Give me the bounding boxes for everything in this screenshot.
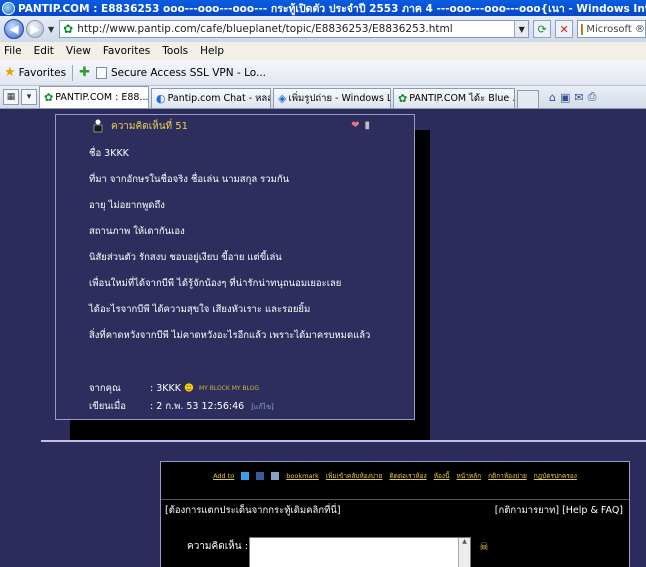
author-name[interactable]: : 3KKK <box>150 383 181 394</box>
tab-label: PANTIP.COM : E88... <box>55 92 149 103</box>
add-to-link[interactable]: Add to <box>213 472 234 480</box>
reply-line: สถานภาพ ให้เดากันเอง <box>89 226 185 237</box>
address-bar: ◀ ▶ ▼ ✿ http://www.pantip.com/cafe/bluep… <box>0 16 646 42</box>
smiley-icon: ☻ <box>184 383 194 394</box>
menu-favorites[interactable]: Favorites <box>103 45 150 57</box>
stop-icon[interactable]: ✕ <box>555 20 574 38</box>
reply-line: นิสัยส่วนตัว รักสงบ ชอบอยู่เงียบ ขี้อาย … <box>89 252 282 263</box>
tab-pantip-topic[interactable]: ✿ PANTIP.COM : E88... × <box>39 86 149 108</box>
reply-box: ความคิดเห็นที่ 51 ❤ ▮ ชื่อ 3KKK ที่มา จา… <box>55 114 415 420</box>
search-provider-icon <box>581 23 584 35</box>
reply-body: ชื่อ 3KKK ที่มา จากอักษรในชื่อจริง ชื่อเ… <box>56 137 414 369</box>
twitter-icon[interactable] <box>241 472 250 480</box>
feeds-icon[interactable]: ▣ <box>560 91 570 104</box>
window-titlebar: PANTIP.COM : E8836253 ooo---ooo---ooo---… <box>0 0 646 16</box>
reply-number: ความคิดเห็นที่ 51 <box>111 120 189 132</box>
window-title: PANTIP.COM : E8836253 ooo---ooo---ooo---… <box>18 2 646 15</box>
join-club-link[interactable]: เพิ่มเข้าคลับห้องบ่าย <box>326 471 383 481</box>
history-dropdown-icon[interactable]: ▼ <box>48 25 54 34</box>
site-favicon-icon: ✿ <box>63 22 74 36</box>
etiquette-link[interactable]: [กติกามารยาท] <box>495 505 559 516</box>
rules-room-link[interactable]: กติกาห้องบ่าย <box>488 471 527 481</box>
textarea-scrollbar[interactable]: ▲ <box>458 538 470 567</box>
date-label: เขียนเมื่อ <box>89 401 127 412</box>
tab-pantip-blue[interactable]: ✿ PANTIP.COM ได้ะ Blue ... <box>393 88 515 108</box>
menu-file[interactable]: File <box>4 45 22 57</box>
tab-label: PANTIP.COM ได้ะ Blue ... <box>409 93 515 104</box>
divider <box>41 440 646 442</box>
menu-edit[interactable]: Edit <box>34 45 54 57</box>
tab-label: เพิ่มรูปถ่าย - Windows Live <box>288 93 390 104</box>
menu-help[interactable]: Help <box>200 45 224 57</box>
forward-icon[interactable]: ▶ <box>26 20 44 38</box>
menu-view[interactable]: View <box>66 45 91 57</box>
refresh-icon[interactable]: ⟳ <box>533 20 552 38</box>
vote-heart-icon[interactable]: ❤ <box>351 120 359 131</box>
pantip-tab-icon: ✿ <box>398 92 408 105</box>
form-toolbar: [ต้องการแตกประเด็นจากกระทู้เดิมคลิกที่นี… <box>161 499 629 521</box>
new-tab-button[interactable] <box>517 90 539 108</box>
user-icon <box>93 119 103 133</box>
date-value: : 2 ก.พ. 53 12:56:46 <box>150 401 245 412</box>
add-favorite-icon[interactable]: ✚ <box>79 65 90 80</box>
mail-icon[interactable]: ✉ <box>574 91 583 104</box>
delete-icon[interactable]: ▮ <box>364 120 370 131</box>
reply-form-panel: Add to bookmark เพิ่มเข้าคลับห้องบ่าย ติ… <box>160 461 630 567</box>
home-icon[interactable]: ⌂ <box>549 91 556 104</box>
pantip-tab-icon: ✿ <box>44 91 54 104</box>
topic-links: Add to bookmark เพิ่มเข้าคลับห้องบ่าย ติ… <box>161 462 629 490</box>
help-faq-link[interactable]: [Help & FAQ] <box>562 505 623 516</box>
print-icon[interactable]: ⎙ <box>588 90 597 104</box>
my-blog-badge[interactable]: MY BLOCK MY BLOG <box>199 385 259 392</box>
reply-line: ที่มา จากอักษรในชื่อจริง ชื่อเล่น นามสกุ… <box>89 174 290 185</box>
reply-line: ชื่อ 3KKK <box>89 148 129 159</box>
tab-windows-live[interactable]: ◈ เพิ่มรูปถ่าย - Windows Live <box>273 88 391 108</box>
tab-pantip-chat[interactable]: ◐ Pantip.com Chat - หลส... <box>151 88 271 108</box>
reply-date-row: เขียนเมื่อ : 2 ก.พ. 53 12:56:46 [แก้ไข] <box>89 399 274 414</box>
back-icon[interactable]: ◀ <box>4 19 24 39</box>
branch-topic-link[interactable]: [ต้องการแตกประเด็นจากกระทู้เดิมคลิกที่นี… <box>165 503 341 518</box>
quick-tabs-icon[interactable]: ▦ <box>3 89 19 105</box>
bookmark-link[interactable]: bookmark <box>286 472 319 480</box>
tab-list-icon[interactable]: ▾ <box>21 89 37 105</box>
page-icon <box>96 66 107 79</box>
tabs-bar: ▦ ▾ ✿ PANTIP.COM : E88... × ◐ Pantip.com… <box>0 86 646 109</box>
favorite-link-vpn[interactable]: Secure Access SSL VPN - Lo... <box>111 67 266 79</box>
tab-label: Pantip.com Chat - หลส... <box>167 93 271 104</box>
favorites-divider <box>72 64 74 81</box>
menu-bar: File Edit View Favorites Tools Help <box>0 42 646 60</box>
url-text: http://www.pantip.com/cafe/blueplanet/to… <box>77 23 453 35</box>
emoticon-icon[interactable]: ☠ <box>479 540 489 553</box>
edit-link[interactable]: [แก้ไข] <box>251 403 274 411</box>
author-label: จากคุณ <box>89 383 121 394</box>
facebook-icon[interactable] <box>256 472 265 480</box>
url-input[interactable]: ✿ http://www.pantip.com/cafe/blueplanet/… <box>59 20 530 38</box>
reply-author-row: จากคุณ : 3KKK ☻ MY BLOCK MY BLOG <box>89 381 259 396</box>
comment-textarea[interactable]: ▲ <box>249 537 471 567</box>
ie-logo-icon <box>2 1 15 15</box>
room-link[interactable]: ห้องนี้ <box>434 471 450 481</box>
chat-tab-icon: ◐ <box>156 92 166 105</box>
charter-link[interactable]: กฎบัตรปกครอง <box>534 471 577 481</box>
contact-link[interactable]: ติดต่อเราห้อง <box>389 471 426 481</box>
favorites-button[interactable]: Favorites <box>19 67 66 79</box>
reply-actions: ❤ ▮ <box>351 120 370 131</box>
search-input[interactable]: Microsoft ® <box>577 20 646 38</box>
reply-line: ได้อะไรจากบีพี ได้ความสุขใจ เสียงหัวเราะ… <box>89 304 311 315</box>
reply-line: เพื่อนใหม่ที่ได้จากบีพี ได้รู้จักน้องๆ ท… <box>89 278 342 289</box>
page-content: ความคิดเห็นที่ 51 ❤ ▮ ชื่อ 3KKK ที่มา จา… <box>0 110 646 567</box>
search-placeholder: Microsoft ® <box>586 23 645 35</box>
favorites-bar: ★ Favorites ✚ Secure Access SSL VPN - Lo… <box>0 60 646 86</box>
reply-line: อายุ ไม่อยากพูดถึง <box>89 200 165 211</box>
home-link[interactable]: หน้าหลัก <box>457 471 482 481</box>
reply-line: สิ่งที่คาดหวังจากบีพี ไม่คาดหวังอะไรอีกแ… <box>89 330 371 341</box>
share-icon[interactable] <box>271 472 280 480</box>
favorites-star-icon[interactable]: ★ <box>4 65 16 80</box>
photo-tab-icon: ◈ <box>278 92 287 105</box>
url-dropdown-icon[interactable]: ▼ <box>514 21 529 37</box>
comment-label: ความคิดเห็น : <box>187 541 249 552</box>
menu-tools[interactable]: Tools <box>162 45 188 57</box>
